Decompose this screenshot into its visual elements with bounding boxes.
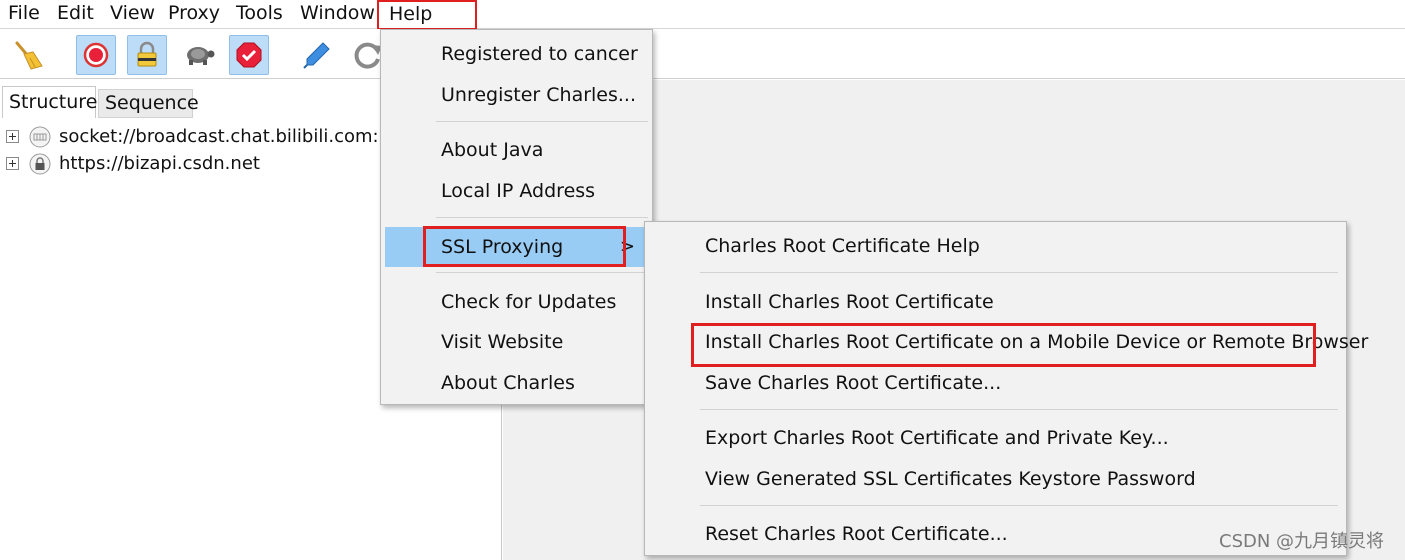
menu-separator xyxy=(700,272,1338,273)
toolbar xyxy=(0,29,1405,79)
menu-separator xyxy=(436,272,648,273)
websocket-icon xyxy=(29,126,51,148)
expand-icon[interactable] xyxy=(6,130,19,143)
clear-session-button[interactable] xyxy=(8,35,48,75)
menu-item-unregister[interactable]: Unregister Charles... xyxy=(381,77,652,113)
ssl-lock-icon xyxy=(137,41,157,67)
menu-item-install-root-cert-mobile[interactable]: Install Charles Root Certificate on a Mo… xyxy=(645,324,1368,360)
menu-item-view-keystore-password[interactable]: View Generated SSL Certificates Keystore… xyxy=(645,461,1345,497)
tab-sequence[interactable]: Sequence xyxy=(98,89,199,118)
menu-item-about-charles[interactable]: About Charles xyxy=(381,365,652,401)
menu-item-install-root-cert[interactable]: Install Charles Root Certificate xyxy=(645,284,1345,320)
menu-item-check-updates[interactable]: Check for Updates xyxy=(381,284,652,320)
menu-tools[interactable]: Tools xyxy=(234,0,285,28)
menu-item-ssl-proxying[interactable]: SSL Proxying > xyxy=(385,227,649,267)
turtle-throttle-icon xyxy=(187,47,215,65)
expand-icon[interactable] xyxy=(6,157,19,170)
menu-item-save-root-cert[interactable]: Save Charles Root Certificate... xyxy=(645,365,1345,401)
tree-node-label: socket://broadcast.chat.bilibili.com:782… xyxy=(59,126,425,147)
ssl-proxying-submenu: Charles Root Certificate Help Install Ch… xyxy=(644,221,1368,556)
menu-bar: File Edit View Proxy Tools Window Help xyxy=(0,0,1405,30)
ssl-proxying-toggle-button[interactable] xyxy=(127,35,167,75)
menu-proxy[interactable]: Proxy xyxy=(166,0,222,28)
menu-separator xyxy=(436,121,648,122)
help-menu: Registered to cancer Unregister Charles.… xyxy=(380,29,653,405)
pen-compose-icon xyxy=(303,42,330,69)
throttle-button[interactable] xyxy=(178,35,218,75)
tab-structure[interactable]: Structure xyxy=(2,86,97,118)
breakpoint-icon xyxy=(236,42,262,68)
compose-button[interactable] xyxy=(297,35,337,75)
tree-node-label: https://bizapi.csdn.net xyxy=(59,153,260,174)
watermark: CSDN @九月镇灵将 xyxy=(1219,531,1385,552)
record-icon xyxy=(83,42,109,68)
menu-separator xyxy=(436,217,648,218)
record-button[interactable] xyxy=(76,35,116,75)
chevron-right-icon: > xyxy=(619,236,635,257)
menu-item-local-ip[interactable]: Local IP Address xyxy=(381,173,652,209)
broom-icon xyxy=(15,41,43,70)
menu-item-label: SSL Proxying xyxy=(441,236,564,258)
breakpoints-button[interactable] xyxy=(229,35,269,75)
menu-window[interactable]: Window xyxy=(298,0,377,28)
lock-icon xyxy=(29,153,51,175)
menu-item-visit-website[interactable]: Visit Website xyxy=(381,324,652,360)
menu-item-root-cert-help[interactable]: Charles Root Certificate Help xyxy=(645,228,1345,264)
menu-item-about-java[interactable]: About Java xyxy=(381,132,652,168)
menu-item-registered[interactable]: Registered to cancer xyxy=(381,36,652,72)
menu-file[interactable]: File xyxy=(6,0,42,28)
menu-separator xyxy=(700,409,1338,410)
menu-edit[interactable]: Edit xyxy=(55,0,96,28)
menu-item-export-root-cert[interactable]: Export Charles Root Certificate and Priv… xyxy=(645,420,1345,456)
menu-help[interactable]: Help xyxy=(377,0,477,30)
menu-view[interactable]: View xyxy=(108,0,157,28)
menu-separator xyxy=(700,505,1338,506)
